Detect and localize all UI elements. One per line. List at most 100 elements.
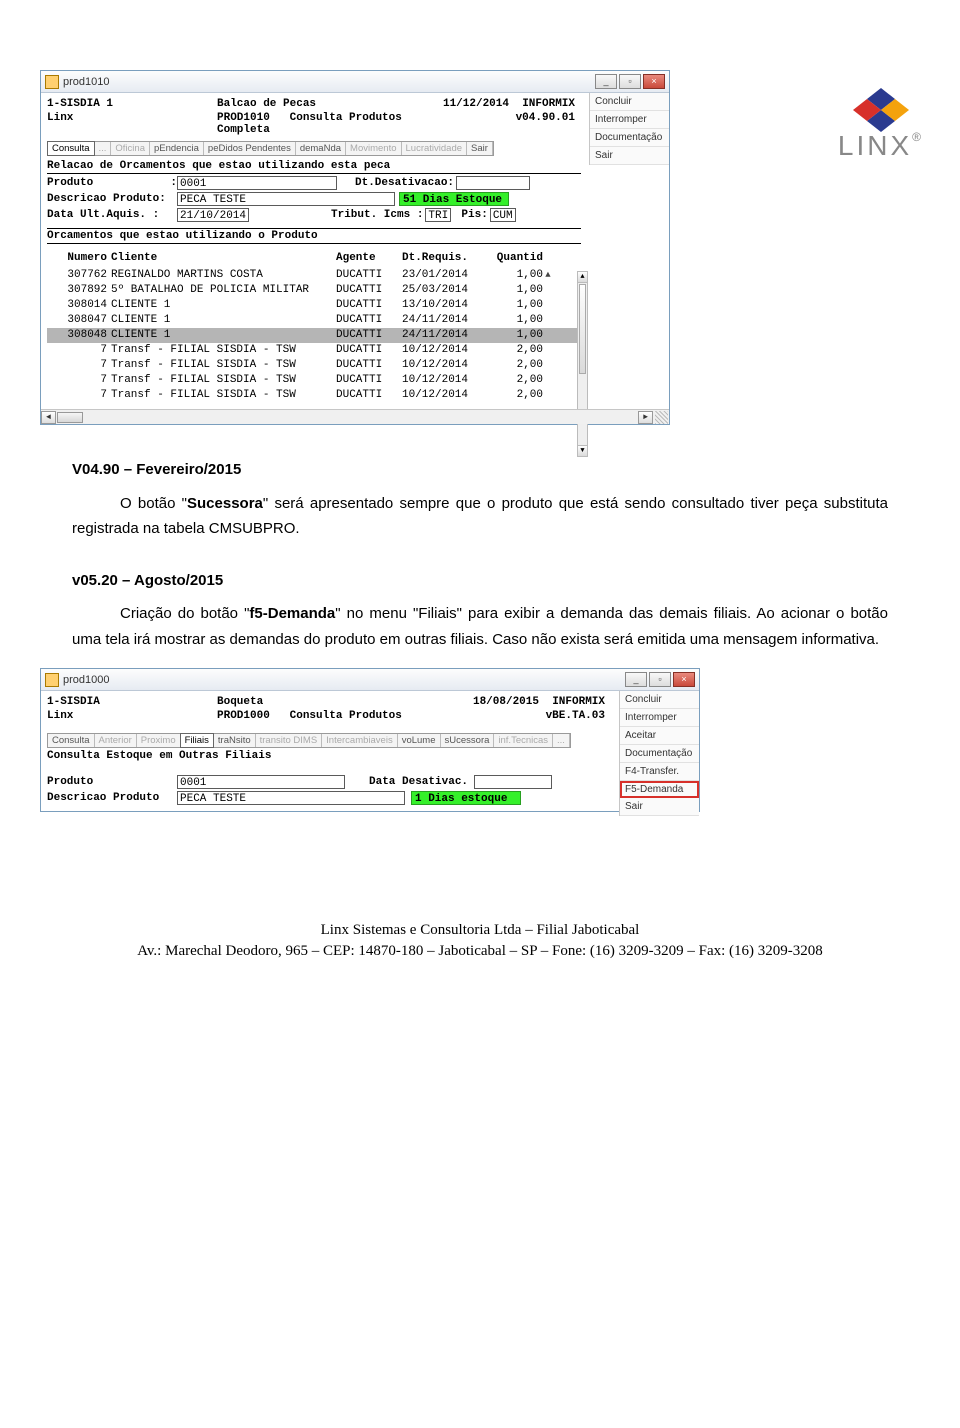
tab-demanda[interactable]: demaNda [296, 142, 346, 155]
header-row-1: 1-SISDIA 1 Balcao de Pecas 11/12/2014 IN… [47, 97, 581, 111]
table-row[interactable]: 7Transf - FILIAL SISDIA - TSWDUCATTI10/1… [47, 358, 581, 373]
tab-movimento[interactable]: Movimento [346, 142, 401, 155]
tab-intercambiaveis[interactable]: Intercambiaveis [322, 734, 398, 747]
logo-text: LINX® [838, 130, 924, 162]
paragraph-2: Criação do botão "f5-Demanda" no menu "F… [72, 601, 888, 652]
grid-heading: Orcamentos que estao utilizando o Produt… [47, 228, 581, 244]
side-aceitar[interactable]: Aceitar [620, 727, 699, 745]
scroll-thumb[interactable] [579, 284, 586, 374]
pis-field[interactable]: CUM [490, 208, 516, 222]
table-row[interactable]: 3078925º BATALHAO DE POLICIA MILITARDUCA… [47, 283, 581, 298]
row-produto: Produto: 0001 Dt.Desativacao: [47, 176, 581, 190]
produto-field[interactable]: 0001 [177, 775, 345, 789]
table-row[interactable]: 7Transf - FILIAL SISDIA - TSWDUCATTI10/1… [47, 343, 581, 358]
orcamentos-grid: Numero Cliente Agente Dt.Requis. Quantid… [47, 250, 581, 403]
titlebar[interactable]: prod1000 _ ▫ × [41, 669, 699, 691]
app-icon [45, 75, 59, 89]
tab-more[interactable]: ... [95, 142, 112, 155]
side-concluir[interactable]: Concluir [590, 93, 669, 111]
tribut-icms-field[interactable]: TRI [425, 208, 451, 222]
panel-heading: Relacao de Orcamentos que estao utilizan… [47, 160, 581, 174]
table-row[interactable]: 308048CLIENTE 1DUCATTI24/11/20141,00 [47, 328, 581, 343]
tab-sair[interactable]: Sair [467, 142, 493, 155]
panel-heading: Consulta Estoque em Outras Filiais [47, 750, 611, 763]
side-sair[interactable]: Sair [590, 147, 669, 165]
tab-more[interactable]: ... [553, 734, 570, 747]
tab-volume[interactable]: voLume [398, 734, 441, 747]
tab-pendencia[interactable]: pEndencia [150, 142, 204, 155]
horizontal-scrollbar[interactable]: ◄ ► [41, 409, 669, 424]
footer-line-1: Linx Sistemas e Consultoria Ltda – Filia… [0, 920, 960, 941]
descricao-field[interactable]: PECA TESTE [177, 192, 395, 206]
table-row[interactable]: 7Transf - FILIAL SISDIA - TSWDUCATTI10/1… [47, 388, 581, 403]
side-documentacao[interactable]: Documentação [590, 129, 669, 147]
tab-filiais[interactable]: Filiais [180, 733, 214, 748]
tab-proximo[interactable]: Proximo [137, 734, 181, 747]
table-row[interactable]: 308014CLIENTE 1DUCATTI13/10/20141,00 [47, 298, 581, 313]
vertical-scrollbar[interactable]: ▲ ▼ [577, 271, 588, 457]
tab-strip: Consulta ... Oficina pEndencia peDidos P… [47, 141, 494, 156]
header-row-1: 1-SISDIA Boqueta 18/08/2015 INFORMIX [47, 695, 611, 709]
tab-transito[interactable]: traNsito [214, 734, 256, 747]
scroll-thumb-h[interactable] [57, 412, 83, 423]
grid-header-row: Numero Cliente Agente Dt.Requis. Quantid [47, 250, 581, 268]
scroll-left-icon[interactable]: ◄ [41, 411, 56, 424]
maximize-button[interactable]: ▫ [619, 74, 641, 89]
window-title: prod1010 [63, 76, 110, 88]
close-button[interactable]: × [673, 672, 695, 687]
side-documenta-o[interactable]: Documentação [620, 745, 699, 763]
descricao-field[interactable]: PECA TESTE [177, 791, 405, 805]
table-row[interactable]: 307762REGINALDO MARTINS COSTADUCATTI23/0… [47, 268, 581, 283]
side-f4-transfer-[interactable]: F4-Transfer. [620, 763, 699, 781]
maximize-button[interactable]: ▫ [649, 672, 671, 687]
section-heading-2: v05.20 – Agosto/2015 [72, 568, 888, 594]
resize-grip-icon[interactable] [655, 411, 668, 424]
tab-inf-tecnicas[interactable]: inf.Tecnicas [494, 734, 553, 747]
brand-logo: LINX® [838, 88, 924, 162]
row-descricao: Descricao Produto PECA TESTE 1 Dias esto… [47, 791, 611, 805]
row-descricao: Descricao Produto: PECA TESTE 51 Dias Es… [47, 192, 581, 206]
scroll-up-icon[interactable]: ▲ [578, 272, 587, 283]
close-button[interactable]: × [643, 74, 665, 89]
window-prod1010: prod1010 _ ▫ × Concluir Interromper Docu… [40, 70, 670, 425]
side-f5-demanda[interactable]: F5-Demanda [620, 781, 699, 798]
tab-consulta[interactable]: Consulta [48, 734, 95, 747]
tab-lucratividade[interactable]: Lucratividade [402, 142, 468, 155]
dias-estoque-badge: 1 Dias estoque [411, 791, 521, 805]
produto-field[interactable]: 0001 [177, 176, 337, 190]
side-sair[interactable]: Sair [620, 798, 699, 816]
tab-consulta[interactable]: Consulta [47, 141, 95, 156]
paragraph-1: O botão "Sucessora" será apresentado sem… [72, 491, 888, 542]
table-row[interactable]: 308047CLIENTE 1DUCATTI24/11/20141,00 [47, 313, 581, 328]
table-row[interactable]: 7Transf - FILIAL SISDIA - TSWDUCATTI10/1… [47, 373, 581, 388]
minimize-button[interactable]: _ [625, 672, 647, 687]
data-ult-aquis-field[interactable]: 21/10/2014 [177, 208, 249, 222]
side-interromper[interactable]: Interromper [590, 111, 669, 129]
window-prod1000: prod1000 _ ▫ × ConcluirInterromperAceita… [40, 668, 700, 812]
side-actions-panel: Concluir Interromper Documentação Sair [589, 93, 669, 165]
app-icon [45, 673, 59, 687]
side-interromper[interactable]: Interromper [620, 709, 699, 727]
header-row-2: Linx PROD1010 Consulta Produtos Completa… [47, 111, 581, 137]
data-desativac-field[interactable] [474, 775, 552, 789]
header-row-2: Linx PROD1000 Consulta Produtos vBE.TA.0… [47, 709, 611, 723]
dt-desativacao-field[interactable] [456, 176, 530, 190]
dias-estoque-badge: 51 Dias Estoque [399, 192, 509, 206]
titlebar[interactable]: prod1010 _ ▫ × [41, 71, 669, 93]
tab-anterior[interactable]: Anterior [95, 734, 137, 747]
tab-transito-dims[interactable]: transito DIMS [256, 734, 323, 747]
document-body: V04.90 – Fevereiro/2015 O botão "Sucesso… [72, 457, 888, 652]
footer-line-2: Av.: Marechal Deodoro, 965 – CEP: 14870-… [0, 941, 960, 962]
row-data-ult: Data Ult.Aquis. : 21/10/2014 Tribut. Icm… [47, 208, 581, 222]
window-title: prod1000 [63, 674, 110, 686]
side-concluir[interactable]: Concluir [620, 691, 699, 709]
tab-oficina[interactable]: Oficina [111, 142, 150, 155]
minimize-button[interactable]: _ [595, 74, 617, 89]
scroll-down-icon[interactable]: ▼ [578, 445, 587, 456]
side-actions-panel: ConcluirInterromperAceitarDocumentaçãoF4… [619, 691, 699, 816]
tab-pedidos[interactable]: peDidos Pendentes [204, 142, 296, 155]
section-heading-1: V04.90 – Fevereiro/2015 [72, 457, 888, 483]
scroll-right-icon[interactable]: ► [638, 411, 653, 424]
tab-sucessora[interactable]: sUcessora [441, 734, 495, 747]
page-footer: Linx Sistemas e Consultoria Ltda – Filia… [0, 920, 960, 984]
